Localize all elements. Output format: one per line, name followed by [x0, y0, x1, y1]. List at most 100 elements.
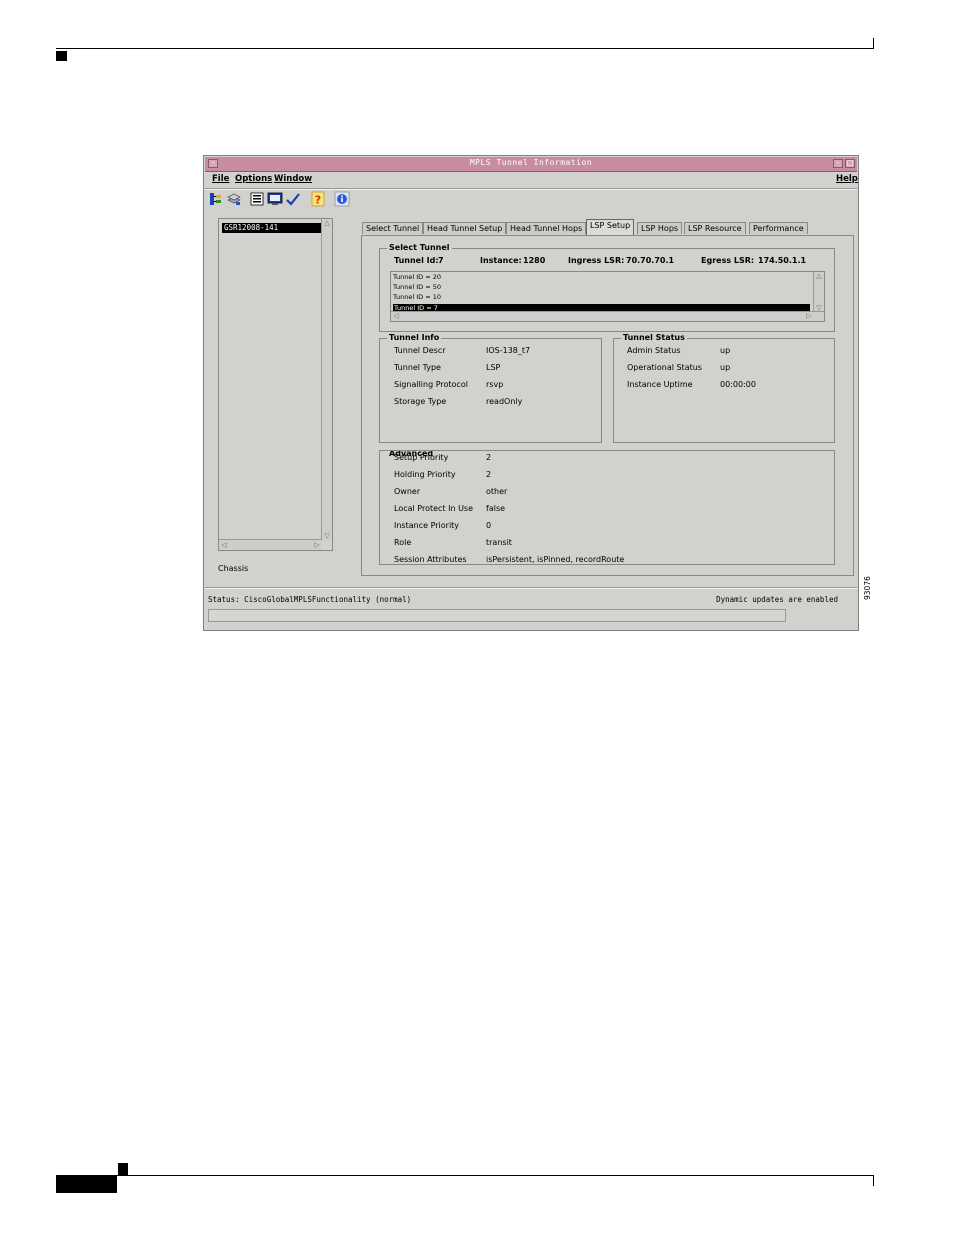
list-item[interactable]: Tunnel ID = 20: [393, 273, 441, 282]
monitor-icon[interactable]: [267, 191, 283, 207]
egress-lsr-value: 174.50.1.1: [758, 256, 807, 265]
menu-help[interactable]: Help: [836, 174, 858, 184]
header-rule-tick: [873, 38, 874, 49]
advanced-group: Advanced Setup Priority 2 Holding Priori…: [379, 450, 835, 565]
maximize-button[interactable]: □: [845, 159, 855, 168]
menu-file[interactable]: File: [212, 174, 229, 184]
setup-priority-label: Setup Priority: [394, 453, 449, 462]
holding-priority-value: 2: [486, 470, 492, 479]
owner-value: other: [486, 487, 508, 496]
role-value: transit: [486, 538, 512, 547]
role-label: Role: [394, 538, 412, 547]
tunnel-type-value: LSP: [486, 363, 501, 372]
tab-performance[interactable]: Performance: [749, 222, 808, 234]
tunnel-info-group-label: Tunnel Info: [387, 333, 442, 343]
footer-page-block: [56, 1176, 117, 1193]
session-attributes-label: Session Attributes: [394, 555, 467, 564]
scroll-right-arrow-icon[interactable]: ▷: [312, 541, 322, 549]
scroll-right-arrow-icon[interactable]: ▷: [804, 312, 814, 320]
setup-priority-value: 2: [486, 453, 492, 462]
tree-horizontal-scrollbar[interactable]: ◁ ▷: [219, 539, 322, 550]
header-square-mark: [56, 51, 67, 61]
title-bar: MPLS Tunnel Information - - □: [205, 157, 857, 172]
operational-status-value: up: [720, 363, 731, 372]
info-icon[interactable]: [334, 191, 350, 207]
instance-uptime-value: 00:00:00: [720, 380, 756, 389]
footer-rule-tick: [873, 1175, 874, 1186]
tunnel-status-group: Tunnel Status Admin Status up Operationa…: [613, 333, 835, 443]
layers-icon[interactable]: [226, 191, 242, 207]
lsp-setup-panel: Select Tunnel Tunnel Id: 7 Instance: 128…: [361, 235, 854, 576]
scroll-up-arrow-icon[interactable]: △: [814, 272, 824, 280]
list-vertical-scrollbar[interactable]: △ ▽: [813, 272, 824, 312]
tunnel-descr-label: Tunnel Descr: [394, 346, 446, 355]
tab-select-tunnel[interactable]: Select Tunnel: [362, 222, 424, 234]
scroll-left-arrow-icon[interactable]: ◁: [391, 312, 401, 320]
tab-head-tunnel-setup[interactable]: Head Tunnel Setup: [423, 222, 507, 234]
select-tunnel-group: Select Tunnel Tunnel Id: 7 Instance: 128…: [379, 243, 835, 332]
list-item[interactable]: Tunnel ID = 50: [393, 283, 441, 292]
tab-lsp-hops[interactable]: LSP Hops: [637, 222, 683, 234]
tree-footer-label: Chassis: [218, 564, 249, 573]
ingress-lsr-label: Ingress LSR:: [568, 256, 625, 265]
list-item[interactable]: Tunnel ID = 10: [393, 293, 441, 302]
tunnel-list[interactable]: Tunnel ID = 20 Tunnel ID = 50 Tunnel ID …: [390, 271, 825, 322]
mpls-tunnel-window: MPLS Tunnel Information - - □ File Optio…: [203, 155, 859, 631]
storage-type-label: Storage Type: [394, 397, 447, 406]
question-icon[interactable]: ?: [310, 191, 326, 207]
menu-separator: [205, 188, 857, 190]
tunnel-info-group: Tunnel Info Tunnel Descr IOS-138_t7 Tunn…: [379, 333, 602, 443]
tunnel-type-label: Tunnel Type: [394, 363, 441, 372]
footer-rule: [56, 1175, 874, 1176]
tunnel-status-group-label: Tunnel Status: [621, 333, 687, 343]
tab-lsp-resource[interactable]: LSP Resource: [684, 222, 746, 234]
tab-lsp-setup[interactable]: LSP Setup: [586, 219, 635, 235]
owner-label: Owner: [394, 487, 421, 496]
signalling-protocol-value: rsvp: [486, 380, 504, 389]
storage-type-value: readOnly: [486, 397, 523, 406]
tunnel-id-value: 7: [438, 256, 444, 265]
menu-options[interactable]: Options: [235, 174, 272, 184]
footer-square-mark: [118, 1163, 128, 1175]
admin-status-value: up: [720, 346, 731, 355]
egress-lsr-label: Egress LSR:: [701, 256, 755, 265]
instance-value: 1280: [523, 256, 546, 265]
toolbar: ?: [208, 191, 854, 209]
status-separator: [205, 587, 857, 589]
figure-number: 93076: [863, 576, 872, 600]
instance-priority-label: Instance Priority: [394, 521, 460, 530]
scroll-up-arrow-icon[interactable]: △: [322, 219, 332, 227]
status-text: Status: CiscoGlobalMPLSFunctionality (no…: [208, 595, 412, 604]
instance-label: Instance:: [480, 256, 522, 265]
menu-bar: File Options Window Help: [205, 172, 858, 188]
tree-vertical-scrollbar[interactable]: △ ▽: [321, 219, 332, 540]
minimize-button[interactable]: -: [833, 159, 843, 168]
tree-icon[interactable]: [208, 191, 224, 207]
operational-status-label: Operational Status: [627, 363, 702, 372]
list-horizontal-scrollbar[interactable]: ◁ ▷: [391, 311, 824, 321]
list-icon[interactable]: [249, 191, 265, 207]
window-title: MPLS Tunnel Information: [469, 158, 593, 167]
holding-priority-label: Holding Priority: [394, 470, 456, 479]
select-tunnel-group-label: Select Tunnel: [387, 243, 452, 253]
session-attributes-value: isPersistent, isPinned, recordRoute: [486, 555, 625, 564]
tab-head-tunnel-hops[interactable]: Head Tunnel Hops: [506, 222, 587, 234]
checkmark-icon[interactable]: [285, 191, 301, 207]
instance-uptime-label: Instance Uptime: [627, 380, 693, 389]
instance-priority-value: 0: [486, 521, 492, 530]
tree-node-selected[interactable]: GSR12008-141: [222, 223, 330, 233]
scroll-down-arrow-icon[interactable]: ▽: [322, 532, 332, 540]
header-rule: [56, 48, 874, 49]
chassis-tree[interactable]: GSR12008-141 △ ▽ ◁ ▷: [218, 218, 333, 551]
tunnel-descr-value: IOS-138_t7: [486, 346, 531, 355]
scroll-left-arrow-icon[interactable]: ◁: [219, 541, 229, 549]
ingress-lsr-value: 70.70.70.1: [626, 256, 675, 265]
menu-window[interactable]: Window: [274, 174, 312, 184]
local-protect-label: Local Protect In Use: [394, 504, 474, 513]
dynamic-updates-text: Dynamic updates are enabled: [716, 595, 838, 604]
signalling-protocol-label: Signalling Protocol: [394, 380, 468, 389]
status-bar: Status: CiscoGlobalMPLSFunctionality (no…: [208, 595, 838, 604]
svg-text:?: ?: [315, 194, 321, 207]
window-menu-button[interactable]: -: [208, 159, 218, 168]
local-protect-value: false: [486, 504, 506, 513]
